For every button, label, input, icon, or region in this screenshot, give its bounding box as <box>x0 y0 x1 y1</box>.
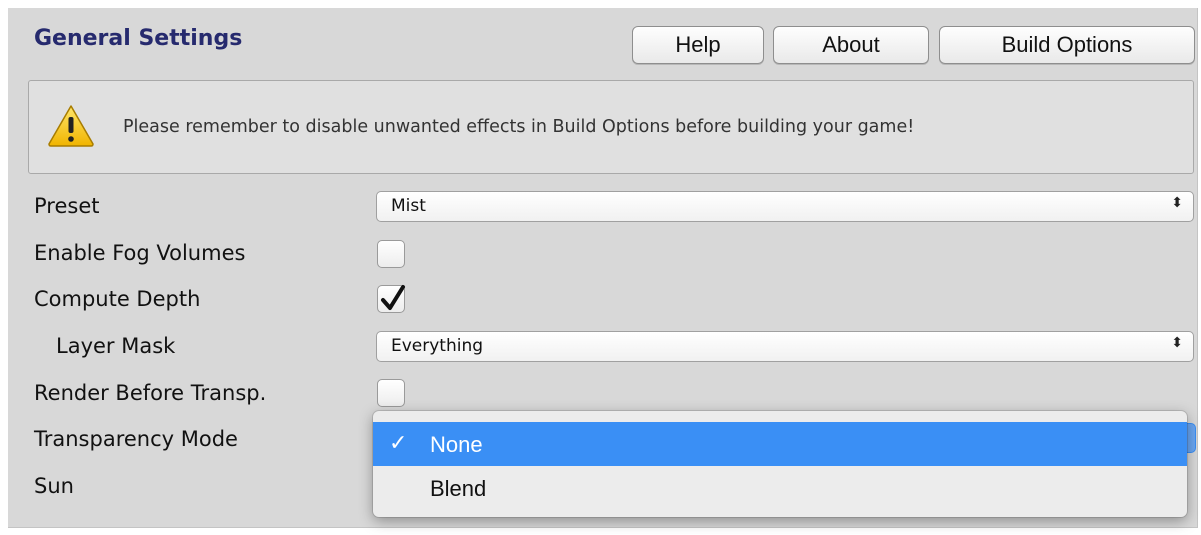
section-title: General Settings <box>34 26 243 51</box>
transparency-mode-menu: ✓ None Blend <box>373 411 1187 517</box>
menu-item-label: Blend <box>430 476 487 501</box>
menu-item-none[interactable]: ✓ None <box>373 422 1187 466</box>
layer-mask-label: Layer Mask <box>56 334 176 358</box>
transparency-mode-label: Transparency Mode <box>34 427 238 451</box>
preset-value: Mist <box>391 196 426 216</box>
warning-box: Please remember to disable unwanted effe… <box>28 80 1194 174</box>
layer-mask-value: Everything <box>391 336 484 356</box>
checkmark-icon <box>381 285 405 310</box>
preset-label: Preset <box>34 194 100 218</box>
updown-arrow-icon: ⬍ <box>1171 195 1183 211</box>
render-before-transp-label: Render Before Transp. <box>34 381 267 405</box>
menu-item-label: None <box>430 432 483 457</box>
transparency-mode-dropdown[interactable] <box>1187 423 1196 453</box>
about-button[interactable]: About <box>773 26 929 64</box>
updown-arrow-icon: ⬍ <box>1171 335 1183 351</box>
enable-fog-volumes-label: Enable Fog Volumes <box>34 241 246 265</box>
render-before-transp-checkbox[interactable] <box>377 379 405 407</box>
build-options-button[interactable]: Build Options <box>939 26 1195 64</box>
sun-label: Sun <box>34 474 74 498</box>
help-button[interactable]: Help <box>632 26 764 64</box>
preset-dropdown[interactable]: Mist ⬍ <box>376 191 1194 222</box>
checkmark-icon: ✓ <box>389 430 408 455</box>
compute-depth-checkbox[interactable] <box>377 285 405 313</box>
enable-fog-volumes-checkbox[interactable] <box>377 240 405 268</box>
menu-item-blend[interactable]: Blend <box>373 466 1187 510</box>
warning-message: Please remember to disable unwanted effe… <box>123 117 915 137</box>
layer-mask-dropdown[interactable]: Everything ⬍ <box>376 331 1194 362</box>
compute-depth-label: Compute Depth <box>34 287 201 311</box>
warning-icon <box>48 105 94 147</box>
